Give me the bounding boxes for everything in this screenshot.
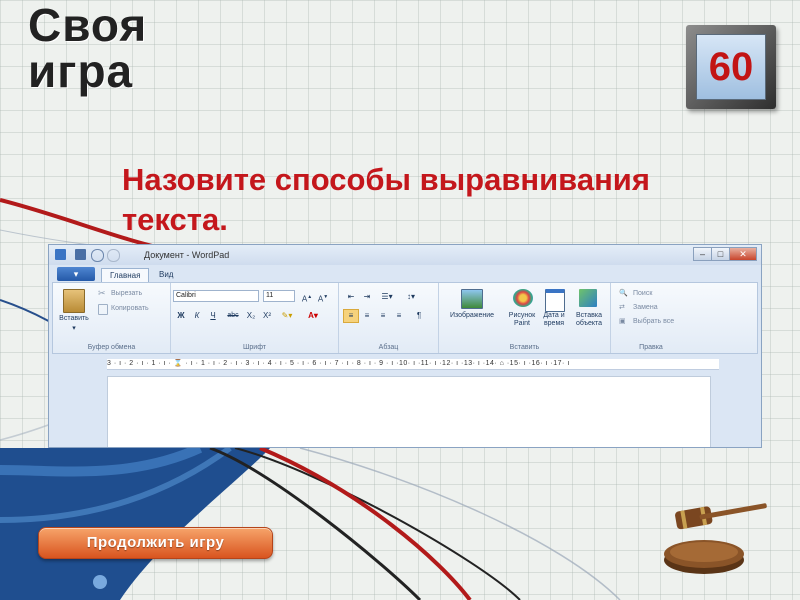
wordpad-app-icon [55, 249, 66, 260]
tab-home[interactable]: Главная [101, 268, 150, 283]
highlight-icon[interactable]: ✎▾ [279, 309, 295, 323]
copy-icon [98, 304, 108, 315]
editing-group: 🔍 Поиск ⇄ Замена ▣ Выбрать все Правка [611, 283, 691, 353]
paint-icon[interactable] [513, 289, 533, 307]
gavel-icon [664, 503, 767, 574]
object-icon[interactable] [579, 289, 597, 307]
ruler[interactable]: 3 · ı · 2 · ı · 1 · ı · ⌛ · ı · 1 · ı · … [107, 359, 719, 370]
line-spacing-button[interactable]: ↕▾ [403, 290, 419, 304]
paste-button[interactable]: Вставить [55, 315, 93, 323]
align-right-button[interactable]: ≡ [375, 309, 391, 323]
insert-image-button[interactable]: Изображение [441, 312, 503, 320]
question-text: Назовите способы выравнивания текста. [122, 162, 650, 237]
increase-indent-button[interactable]: ⇥ [359, 290, 375, 304]
continue-game-button[interactable]: Продолжить игру [38, 527, 273, 559]
clipboard-group: Вставить ▾ ✂ Вырезать Копировать Буфер о… [53, 283, 171, 353]
save-icon[interactable] [75, 249, 86, 260]
find-button[interactable]: Поиск [633, 290, 652, 297]
font-size-select[interactable]: 11 [263, 290, 295, 302]
bold-button[interactable]: Ж [173, 309, 189, 323]
document-page[interactable] [107, 376, 711, 447]
insert-object-button[interactable]: Вставка объекта [571, 312, 607, 328]
bullets-button[interactable]: ☰▾ [379, 290, 395, 304]
insert-group-label: Вставить [509, 344, 540, 351]
grow-font-button[interactable]: A▲ [299, 290, 315, 304]
paragraph-group-label: Абзац [378, 344, 399, 351]
clipboard-group-label: Буфер обмена [87, 344, 136, 351]
font-group: Calibri 11 A▲ A▼ Ж К Ч abc X₂ X² ✎▾ A▾ Ш… [171, 283, 339, 353]
image-icon[interactable] [461, 289, 483, 309]
superscript-button[interactable]: X² [259, 309, 275, 323]
paragraph-settings-button[interactable]: ¶ [411, 309, 427, 323]
underline-button[interactable]: Ч [205, 309, 221, 323]
insert-group: Изображение Рисунок Paint Дата и время В… [439, 283, 611, 353]
calendar-icon[interactable] [545, 289, 565, 312]
shrink-font-button[interactable]: A▼ [315, 290, 331, 304]
paste-icon[interactable] [63, 289, 85, 313]
align-center-button[interactable]: ≡ [359, 309, 375, 323]
editing-group-label: Правка [639, 344, 663, 351]
cut-button[interactable]: Вырезать [111, 290, 142, 297]
copy-button[interactable]: Копировать [111, 305, 149, 312]
wordpad-titlebar: Документ - WordPad – □ ✕ [49, 245, 761, 265]
undo-icon[interactable] [91, 249, 104, 262]
justify-button[interactable]: ≡ [391, 309, 407, 323]
font-color-icon[interactable]: A▾ [305, 309, 321, 323]
ribbon: Вставить ▾ ✂ Вырезать Копировать Буфер о… [52, 282, 758, 354]
align-left-button[interactable]: ≡ [343, 309, 359, 323]
close-button[interactable]: ✕ [729, 247, 757, 261]
cut-icon: ✂ [98, 288, 106, 298]
window-title: Документ - WordPad [144, 250, 230, 260]
font-name-select[interactable]: Calibri [173, 290, 259, 302]
select-all-button[interactable]: Выбрать все [633, 318, 674, 325]
decrease-indent-button[interactable]: ⇤ [343, 290, 359, 304]
font-group-label: Шрифт [242, 344, 267, 351]
datetime-button[interactable]: Дата и время [539, 312, 569, 328]
maximize-button[interactable]: □ [711, 247, 730, 261]
game-title: Своя игра [28, 2, 168, 94]
replace-button[interactable]: Замена [633, 304, 658, 311]
redo-icon[interactable] [107, 249, 120, 262]
wordpad-window: Документ - WordPad – □ ✕ ▾ Главная Вид В… [48, 244, 762, 448]
minimize-button[interactable]: – [693, 247, 712, 261]
strikethrough-button[interactable]: abc [223, 309, 243, 323]
tab-view[interactable]: Вид [151, 268, 181, 282]
italic-button[interactable]: К [189, 309, 205, 323]
replace-icon: ⇄ [619, 304, 625, 311]
paint-drawing-button[interactable]: Рисунок Paint [503, 312, 541, 328]
score-value: 60 [696, 34, 766, 100]
score-badge: 60 [686, 25, 776, 109]
find-icon: 🔍 [619, 290, 628, 297]
ribbon-tabs: ▾ Главная Вид [49, 265, 761, 283]
paste-dropdown[interactable]: ▾ [55, 325, 93, 333]
select-all-icon: ▣ [619, 318, 626, 325]
paragraph-group: ⇤ ⇥ ☰▾ ↕▾ ≡ ≡ ≡ ≡ ¶ Абзац [339, 283, 439, 353]
game-title-text: Своя игра [28, 0, 148, 97]
file-menu-button[interactable]: ▾ [57, 267, 95, 281]
subscript-button[interactable]: X₂ [243, 309, 259, 323]
